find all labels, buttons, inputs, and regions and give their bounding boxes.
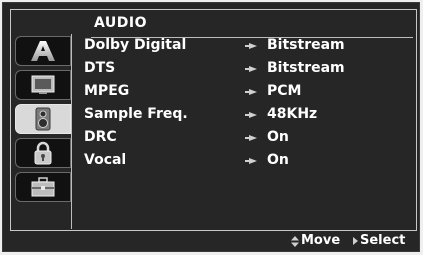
setting-value: PCM xyxy=(267,83,302,99)
setting-label: MPEG xyxy=(84,83,130,99)
setting-label: DRC xyxy=(84,129,117,145)
selector-arrow-icon xyxy=(245,135,257,141)
selector-arrow-icon xyxy=(245,89,257,95)
category-sidebar xyxy=(11,32,71,231)
setting-value: 48KHz xyxy=(267,106,318,122)
page-title: AUDIO xyxy=(94,15,148,31)
setting-row-dts[interactable]: DTS Bitstream xyxy=(84,59,414,81)
settings-list: Dolby Digital Bitstream DTS Bitstream MP… xyxy=(71,34,416,229)
setting-value: On xyxy=(267,152,289,168)
move-hint: Move xyxy=(301,233,341,248)
setting-value: Bitstream xyxy=(267,37,345,53)
display-icon xyxy=(31,75,55,94)
language-icon xyxy=(31,41,55,61)
tab-others[interactable] xyxy=(15,172,71,202)
setting-label: DTS xyxy=(84,60,116,76)
setup-menu-screen: AUDIO Dolby Digital Bitstream DTS Bitstr… xyxy=(2,2,420,252)
setting-row-dolby-digital[interactable]: Dolby Digital Bitstream xyxy=(84,36,414,58)
selector-arrow-icon xyxy=(245,112,257,118)
tab-audio[interactable] xyxy=(15,104,71,134)
audio-speaker-icon xyxy=(35,107,51,131)
setting-value: Bitstream xyxy=(267,60,345,76)
setting-value: On xyxy=(267,129,289,145)
up-down-arrows-icon xyxy=(291,236,299,247)
setting-row-sample-freq[interactable]: Sample Freq. 48KHz xyxy=(84,105,414,127)
tab-language[interactable] xyxy=(15,36,71,66)
setting-row-mpeg[interactable]: MPEG PCM xyxy=(84,82,414,104)
lock-icon xyxy=(34,141,52,165)
others-toolbox-icon xyxy=(31,177,55,197)
selector-arrow-icon xyxy=(245,66,257,72)
setting-row-vocal[interactable]: Vocal On xyxy=(84,151,414,173)
navigation-hint-bar: Move Select xyxy=(10,232,417,250)
menu-header: AUDIO xyxy=(83,14,413,38)
menu-frame: AUDIO Dolby Digital Bitstream DTS Bitstr… xyxy=(10,9,417,231)
setting-label: Vocal xyxy=(84,152,127,168)
tab-lock[interactable] xyxy=(15,138,71,168)
right-arrow-icon xyxy=(353,237,358,245)
selector-arrow-icon xyxy=(245,43,257,49)
setting-label: Dolby Digital xyxy=(84,37,187,53)
selector-arrow-icon xyxy=(245,158,257,164)
select-hint: Select xyxy=(360,233,406,248)
setting-row-drc[interactable]: DRC On xyxy=(84,128,414,150)
setting-label: Sample Freq. xyxy=(84,106,188,122)
tab-display[interactable] xyxy=(15,70,71,100)
